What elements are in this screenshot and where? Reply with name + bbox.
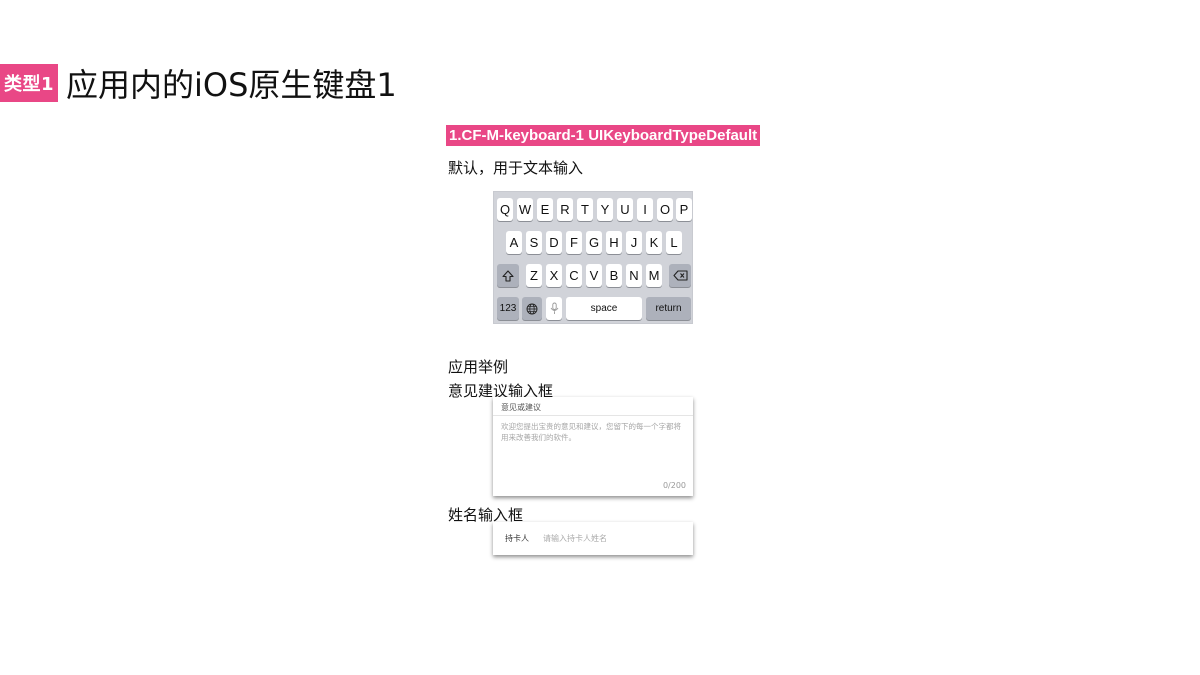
key-h[interactable]: H bbox=[606, 231, 622, 254]
type-badge: 类型1 bbox=[0, 64, 58, 102]
key-o[interactable]: O bbox=[657, 198, 673, 221]
key-u[interactable]: U bbox=[617, 198, 633, 221]
key-v[interactable]: V bbox=[586, 264, 602, 287]
character-counter: 0/200 bbox=[662, 481, 686, 490]
cardholder-label: 持卡人 bbox=[505, 534, 529, 543]
numbers-key[interactable]: 123 bbox=[497, 297, 519, 320]
key-j[interactable]: J bbox=[626, 231, 642, 254]
key-w[interactable]: W bbox=[517, 198, 533, 221]
key-c[interactable]: C bbox=[566, 264, 582, 287]
cardholder-name-input[interactable]: 请输入持卡人姓名 bbox=[543, 533, 607, 544]
key-z[interactable]: Z bbox=[526, 264, 542, 287]
backspace-icon bbox=[672, 270, 688, 281]
key-q[interactable]: Q bbox=[497, 198, 513, 221]
key-n[interactable]: N bbox=[626, 264, 642, 287]
key-e[interactable]: E bbox=[537, 198, 553, 221]
key-d[interactable]: D bbox=[546, 231, 562, 254]
ios-keyboard: Q W E R T Y U I O P A S D F G H J K L Z … bbox=[493, 191, 693, 324]
key-g[interactable]: G bbox=[586, 231, 602, 254]
delete-key[interactable] bbox=[669, 264, 691, 287]
key-m[interactable]: M bbox=[646, 264, 662, 287]
shift-key[interactable] bbox=[497, 264, 519, 287]
key-a[interactable]: A bbox=[506, 231, 522, 254]
key-x[interactable]: X bbox=[546, 264, 562, 287]
page-title: 应用内的iOS原生键盘1 bbox=[66, 66, 397, 104]
name-input-card[interactable]: 持卡人 请输入持卡人姓名 bbox=[493, 522, 693, 555]
return-key[interactable]: return bbox=[646, 297, 691, 320]
key-r[interactable]: R bbox=[557, 198, 573, 221]
key-y[interactable]: Y bbox=[597, 198, 613, 221]
microphone-key[interactable] bbox=[546, 297, 562, 320]
examples-heading: 应用举例 bbox=[448, 358, 509, 376]
key-s[interactable]: S bbox=[526, 231, 542, 254]
microphone-icon bbox=[550, 302, 558, 314]
globe-key[interactable] bbox=[522, 297, 542, 320]
globe-icon bbox=[526, 303, 538, 314]
key-l[interactable]: L bbox=[666, 231, 682, 254]
key-b[interactable]: B bbox=[606, 264, 622, 287]
spec-label: 1.CF-M-keyboard-1 UIKeyboardTypeDefault bbox=[446, 125, 761, 146]
feedback-textarea-placeholder[interactable]: 欢迎您提出宝贵的意见和建议，您留下的每一个字都将用来改善我们的软件。 bbox=[501, 421, 685, 443]
key-i[interactable]: I bbox=[637, 198, 653, 221]
divider bbox=[493, 415, 693, 416]
key-f[interactable]: F bbox=[566, 231, 582, 254]
feedback-header: 意见或建议 bbox=[501, 403, 541, 412]
shift-icon bbox=[502, 269, 514, 282]
space-key[interactable]: space bbox=[566, 297, 642, 320]
key-t[interactable]: T bbox=[577, 198, 593, 221]
key-p[interactable]: P bbox=[676, 198, 692, 221]
feedback-input-card[interactable]: 意见或建议 欢迎您提出宝贵的意见和建议，您留下的每一个字都将用来改善我们的软件。… bbox=[493, 397, 693, 496]
spec-description: 默认，用于文本输入 bbox=[448, 159, 584, 177]
key-k[interactable]: K bbox=[646, 231, 662, 254]
